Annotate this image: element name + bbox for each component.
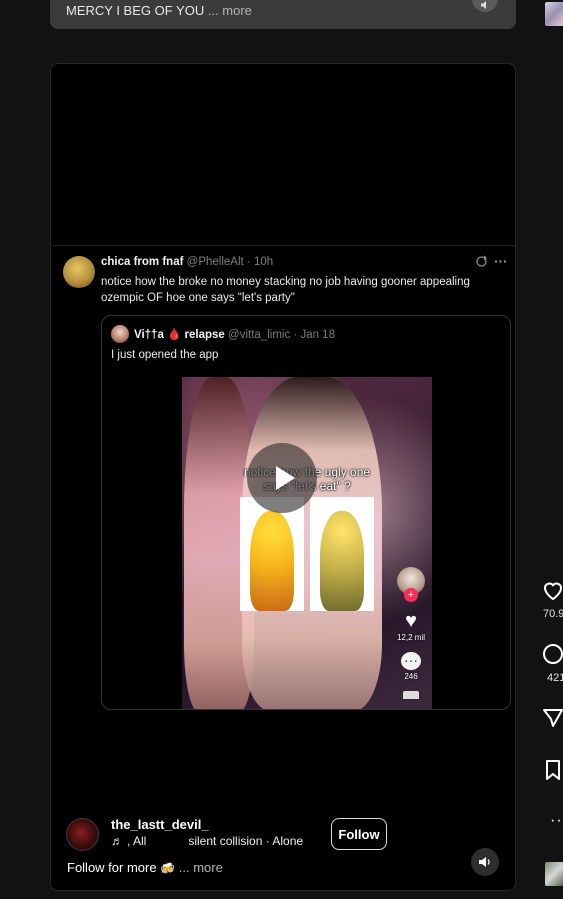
tweet-handle-time: @PhelleAlt · 10h — [186, 256, 274, 268]
embedded-heart-icon: ♥ — [405, 610, 417, 632]
like-count: 70.9 — [543, 608, 563, 620]
previous-video-thumbnail[interactable] — [545, 2, 563, 26]
quoted-date: Jan 18 — [300, 329, 335, 341]
tweet-author-avatar — [63, 256, 95, 288]
music-prefix: , All — [127, 834, 147, 848]
chica-figure-right — [320, 511, 364, 611]
quoted-tweet-text: I just opened the app — [111, 349, 219, 361]
embedded-video: notice how the ugly one says "let's eat"… — [182, 377, 432, 709]
quoted-author-avatar — [111, 325, 129, 343]
next-video-thumbnail[interactable] — [545, 862, 563, 886]
caption-more-link[interactable]: ... more — [179, 860, 223, 875]
tweet-text: notice how the broke no money stacking n… — [101, 276, 470, 304]
plus-icon: + — [404, 588, 418, 602]
bookmark-icon — [546, 760, 560, 780]
embedded-bookmark-icon — [403, 691, 419, 699]
volume-icon — [481, 1, 486, 9]
embedded-comment-icon: ··· — [401, 652, 421, 670]
embedded-like-count: 12,2 mil — [396, 633, 425, 642]
play-icon — [275, 466, 295, 490]
tweet-header-icons — [475, 255, 507, 268]
tweet-author-name: chica from fnaf — [101, 256, 184, 268]
previous-post-caption: MERCY I BEG OF YOU ... more — [66, 3, 252, 18]
previous-post-caption-text: MERCY I BEG OF YOU — [66, 3, 205, 18]
author-avatar[interactable] — [66, 818, 99, 851]
embedded-video-actions: + ♥ 12,2 mil ··· 246 — [394, 567, 428, 699]
play-button[interactable] — [247, 443, 317, 513]
volume-icon — [479, 857, 490, 867]
comment-count: 421 — [547, 672, 563, 684]
follow-button[interactable]: Follow — [331, 818, 387, 850]
post-caption-text: Follow for more — [67, 860, 157, 875]
beer-emoji: 🍻 — [160, 861, 176, 875]
post-card[interactable]: chica from fnaf @PhelleAlt · 10h notice … — [50, 63, 516, 891]
post-caption: Follow for more 🍻 ... more — [67, 860, 223, 875]
tweet-screenshot: chica from fnaf @PhelleAlt · 10h notice … — [51, 245, 515, 710]
share-icon — [543, 709, 563, 727]
comment-button[interactable] — [541, 642, 563, 666]
quoted-tweet-header: Vi††a 🩸 relapse @vitta_limic · Jan 18 — [134, 327, 335, 341]
comment-icon — [543, 644, 563, 664]
bookmark-button[interactable] — [541, 758, 563, 782]
more-options-icon[interactable]: ··· — [550, 812, 563, 830]
chica-figure-left — [250, 511, 294, 611]
volume-button[interactable] — [471, 848, 499, 876]
repost-icon — [476, 255, 487, 267]
music-note-icon: ♬ — [111, 834, 123, 848]
quoted-author-name: Vi††a 🩸 relapse — [134, 329, 225, 341]
heart-icon — [543, 582, 563, 601]
like-button[interactable] — [541, 578, 563, 602]
embedded-comment-count: 246 — [404, 672, 418, 681]
tweet-header: chica from fnaf @PhelleAlt · 10h — [101, 256, 273, 268]
music-title: silent collision · Alone — [188, 834, 304, 848]
tweet-time: 10h — [253, 256, 274, 268]
more-dots-icon — [494, 260, 507, 263]
music-info[interactable]: ♬ , All silent collision · Alone — [111, 834, 303, 848]
quoted-author-handle: @vitta_limic — [228, 329, 291, 341]
previous-post-card[interactable]: MERCY I BEG OF YOU ... more — [50, 0, 516, 29]
chica-image-left — [240, 497, 304, 611]
previous-post-more-link[interactable]: ... more — [208, 3, 252, 18]
author-username[interactable]: the_lastt_devil_ — [111, 817, 209, 832]
tweet-author-handle: @PhelleAlt — [186, 256, 244, 268]
quoted-handle-date: @vitta_limic · Jan 18 — [228, 329, 335, 341]
embedded-creator-avatar: + — [397, 567, 425, 602]
share-button[interactable] — [541, 706, 563, 730]
chica-image-right — [310, 497, 374, 611]
quoted-tweet: Vi††a 🩸 relapse @vitta_limic · Jan 18 I … — [101, 315, 511, 710]
previous-post-volume-button[interactable] — [472, 0, 498, 12]
